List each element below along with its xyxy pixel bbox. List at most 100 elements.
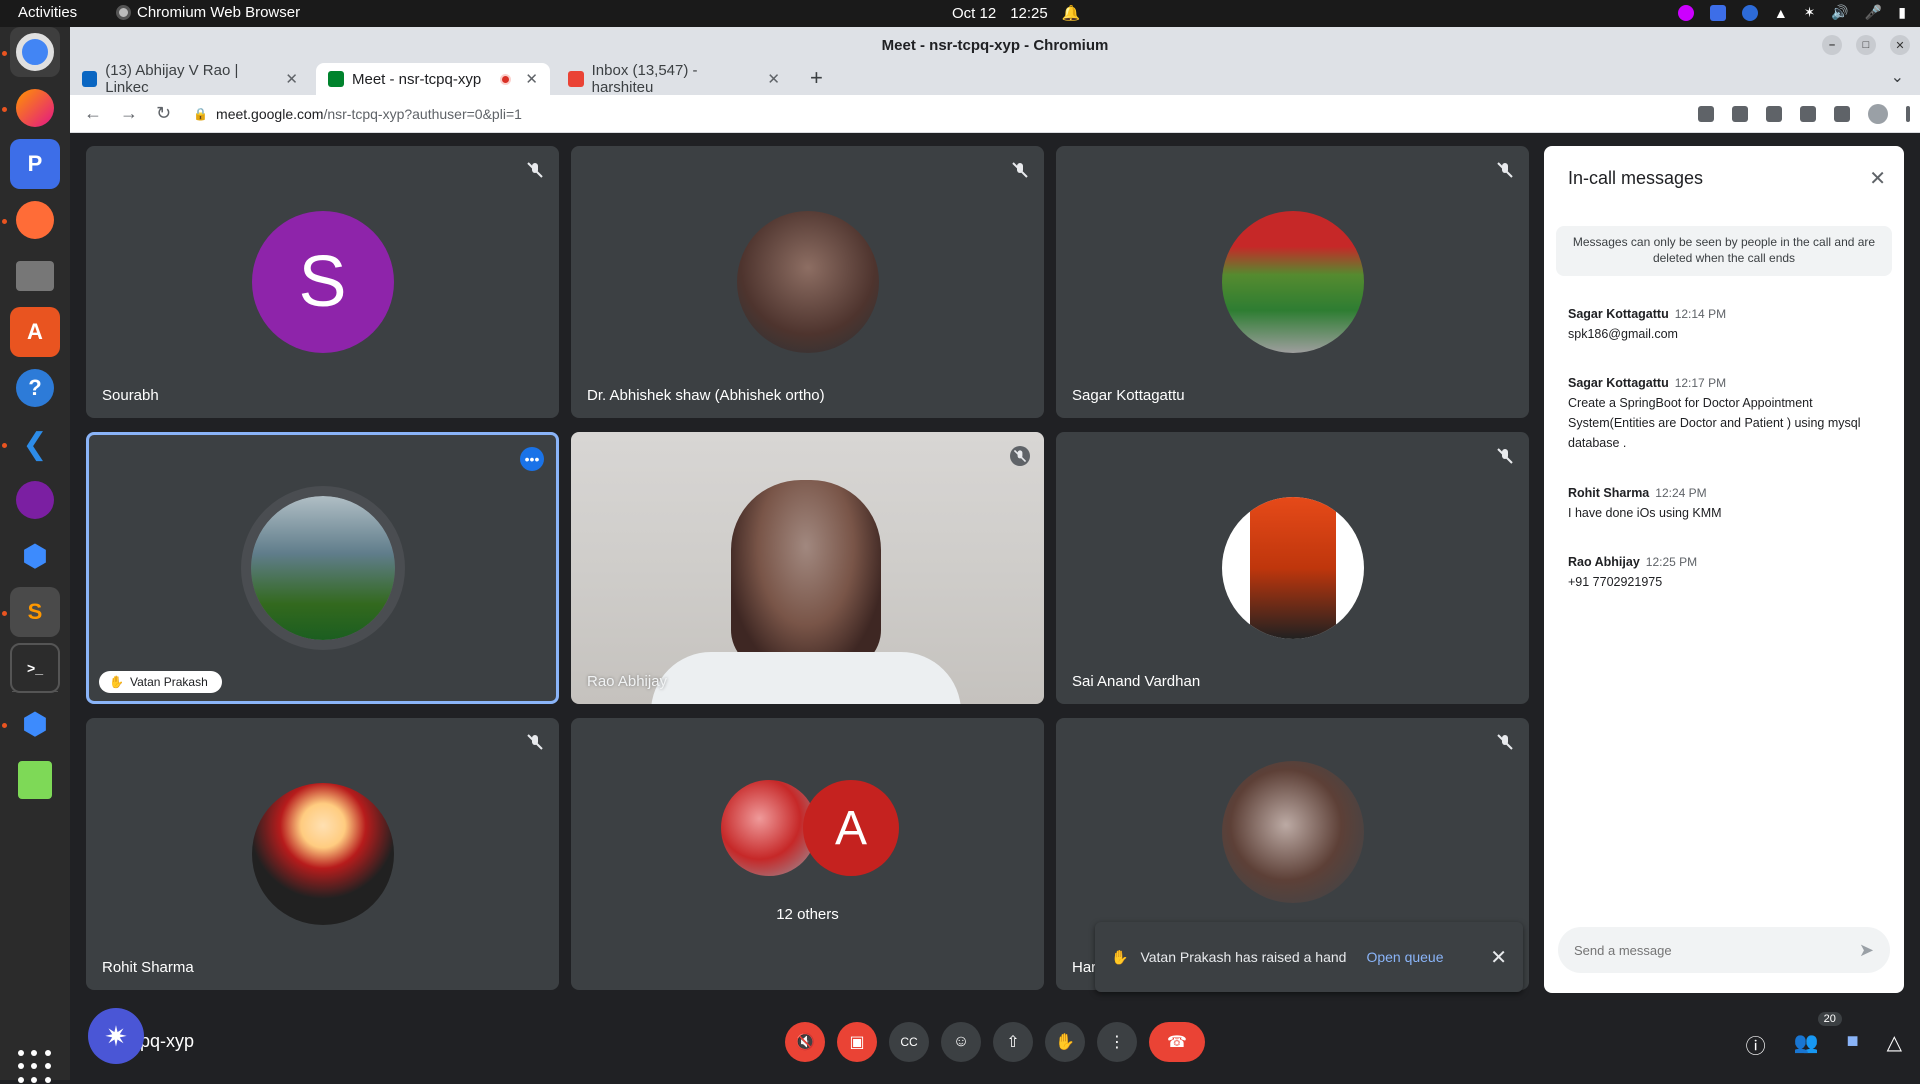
tab-linkedin[interactable]: (13) Abhijay V Rao | Linkec ✕ — [70, 62, 310, 96]
bluetooth-icon[interactable]: ✶ — [1804, 4, 1816, 21]
share-icon[interactable] — [1732, 106, 1748, 122]
forward-button[interactable]: → — [120, 103, 138, 124]
help-dock-icon[interactable]: ? — [10, 363, 60, 413]
microphone-off-button[interactable]: 🔇 — [785, 1022, 825, 1062]
network-secondary-dock-icon[interactable]: ⬢ — [10, 699, 60, 749]
terminal-dock-icon[interactable]: >_ — [10, 643, 60, 693]
more-options-button[interactable]: ••• — [520, 447, 544, 471]
send-icon[interactable]: ➤ — [1859, 940, 1874, 961]
message-time: 12:24 PM — [1655, 486, 1707, 500]
show-apps-icon[interactable] — [18, 1050, 52, 1084]
new-tab-button[interactable]: + — [810, 65, 823, 91]
sync-tray-icon[interactable] — [1741, 4, 1758, 21]
chromium-dock-icon[interactable] — [10, 27, 60, 77]
chat-message: Sagar Kottagattu 12:14 PM spk186@gmail.co… — [1568, 304, 1888, 344]
back-button[interactable]: ← — [84, 103, 102, 124]
address-bar[interactable]: 🔒 meet.google.com/nsr-tcpq-xyp?authuser=… — [193, 106, 522, 122]
clock[interactable]: Oct 12 12:25 🔔 — [952, 4, 1080, 23]
mic-off-icon — [1497, 162, 1513, 178]
sublime-dock-icon[interactable]: S — [10, 587, 60, 637]
captions-button[interactable]: CC — [889, 1022, 929, 1062]
side-panel-icon[interactable] — [1834, 106, 1850, 122]
firefox-dock-icon[interactable] — [10, 83, 60, 133]
meeting-info-icon[interactable]: ⓘ — [1746, 1030, 1766, 1059]
volume-icon[interactable]: 🔊 — [1831, 4, 1848, 21]
tab-label: (13) Abhijay V Rao | Linkec — [105, 62, 239, 96]
battery-icon[interactable]: ▮ — [1898, 4, 1906, 21]
open-queue-button[interactable]: Open queue — [1366, 949, 1443, 965]
close-toast-icon[interactable]: ✕ — [1490, 945, 1507, 970]
trash-dock-icon[interactable] — [10, 755, 60, 805]
extensions-icon[interactable] — [1800, 106, 1816, 122]
pycharm-tray-icon[interactable] — [1709, 4, 1726, 21]
site-info-icon[interactable]: 🔒 — [193, 107, 208, 121]
tab-search-chevron-icon[interactable]: ⌄ — [1891, 67, 1904, 87]
message-time: 12:25 PM — [1645, 555, 1698, 569]
participant-tile[interactable]: Sagar Kottagattu — [1056, 146, 1529, 418]
participant-video-tile[interactable]: Rao Abhijay — [571, 432, 1044, 704]
close-tab-icon[interactable]: ✕ — [285, 70, 298, 88]
reload-button[interactable]: ↻ — [156, 103, 171, 124]
camera-off-button[interactable]: ▣ — [837, 1022, 877, 1062]
others-tile[interactable]: A 12 others — [571, 718, 1044, 990]
profile-avatar[interactable] — [1868, 104, 1888, 124]
app-name: Chromium Web Browser — [137, 4, 301, 21]
minimize-button[interactable]: – — [1822, 35, 1842, 55]
recording-icon — [500, 73, 512, 85]
firebase-dock-icon[interactable] — [10, 475, 60, 525]
url-path: /nsr-tcpq-xyp?authuser=0&pli=1 — [323, 105, 522, 122]
window-title: Meet - nsr-tcpq-xyp - Chromium — [881, 36, 1109, 54]
chat-message: Sagar Kottagattu 12:17 PM Create a Spring… — [1568, 373, 1888, 453]
close-tab-icon[interactable]: ✕ — [525, 70, 538, 88]
participant-count-badge: 20 — [1817, 1012, 1842, 1026]
app-center-dock-icon[interactable]: A — [10, 307, 60, 357]
panel-title: In-call messages — [1568, 168, 1704, 188]
more-options-button[interactable]: ⋮ — [1097, 1022, 1137, 1062]
postman-dock-icon[interactable] — [10, 195, 60, 245]
chat-icon[interactable]: ■ — [1847, 1030, 1859, 1059]
tab-label: Meet - nsr-tcpq-xyp — [352, 70, 482, 88]
camera-icon[interactable] — [1698, 106, 1714, 122]
activities-icon[interactable]: △ — [1887, 1030, 1902, 1059]
close-panel-button[interactable]: ✕ — [1869, 166, 1886, 191]
people-icon[interactable]: 👥 20 — [1794, 1012, 1842, 1059]
participant-tile[interactable]: Sai Anand Vardhan — [1056, 432, 1529, 704]
files-dock-icon[interactable] — [10, 251, 60, 301]
pycharm-dock-icon[interactable]: P — [10, 139, 60, 189]
in-call-messages-panel: In-call messages ✕ Messages can only be … — [1544, 146, 1904, 993]
message-sender: Rao Abhijay — [1568, 555, 1640, 569]
tab-meet[interactable]: Meet - nsr-tcpq-xyp ✕ — [316, 63, 550, 95]
restore-button[interactable]: □ — [1856, 35, 1876, 55]
firefox-tray-icon[interactable] — [1677, 4, 1694, 21]
hand-icon: ✋ — [1111, 948, 1129, 965]
message-input[interactable] — [1574, 942, 1859, 958]
leave-call-button[interactable]: ☎ — [1149, 1022, 1205, 1062]
bookmark-star-icon[interactable] — [1766, 106, 1782, 122]
participant-tile[interactable]: ••• ✋ Vatan Prakash — [86, 432, 559, 704]
vscode-dock-icon[interactable]: ❮ — [10, 419, 60, 469]
running-indicator — [2, 107, 7, 112]
network-dock-icon[interactable]: ⬢ — [10, 531, 60, 581]
wifi-icon[interactable]: ▲ — [1774, 5, 1788, 21]
participant-tile[interactable]: Rohit Sharma — [86, 718, 559, 990]
close-tab-icon[interactable]: ✕ — [767, 70, 780, 88]
assistant-icon[interactable]: ✷ — [88, 1008, 144, 1064]
system-tray[interactable]: ▲ ✶ 🔊 🎤 ▮ — [1677, 4, 1906, 21]
raise-hand-button[interactable]: ✋ — [1045, 1022, 1085, 1062]
microphone-icon[interactable]: 🎤 — [1865, 4, 1882, 21]
participant-tile[interactable]: Dr. Abhishek shaw (Abhishek ortho) — [571, 146, 1044, 418]
running-indicator — [2, 51, 7, 56]
browser-menu-icon[interactable] — [1906, 106, 1910, 122]
emoji-reaction-button[interactable]: ☺ — [941, 1022, 981, 1062]
app-menu[interactable]: Chromium Web Browser — [116, 4, 300, 21]
participant-name: Vatan Prakash — [129, 675, 208, 689]
close-window-button[interactable]: ✕ — [1890, 35, 1910, 55]
participant-tile[interactable]: S Sourabh — [86, 146, 559, 418]
meeting-code: pq-xyp — [140, 1031, 195, 1051]
meet-icon — [328, 71, 344, 87]
present-screen-button[interactable]: ⇧ — [993, 1022, 1033, 1062]
activities-button[interactable]: Activities — [18, 4, 77, 21]
message-time: 12:17 PM — [1674, 376, 1727, 390]
tab-gmail[interactable]: Inbox (13,547) - harshiteu ✕ — [556, 62, 792, 96]
mic-off-icon — [1497, 734, 1513, 750]
